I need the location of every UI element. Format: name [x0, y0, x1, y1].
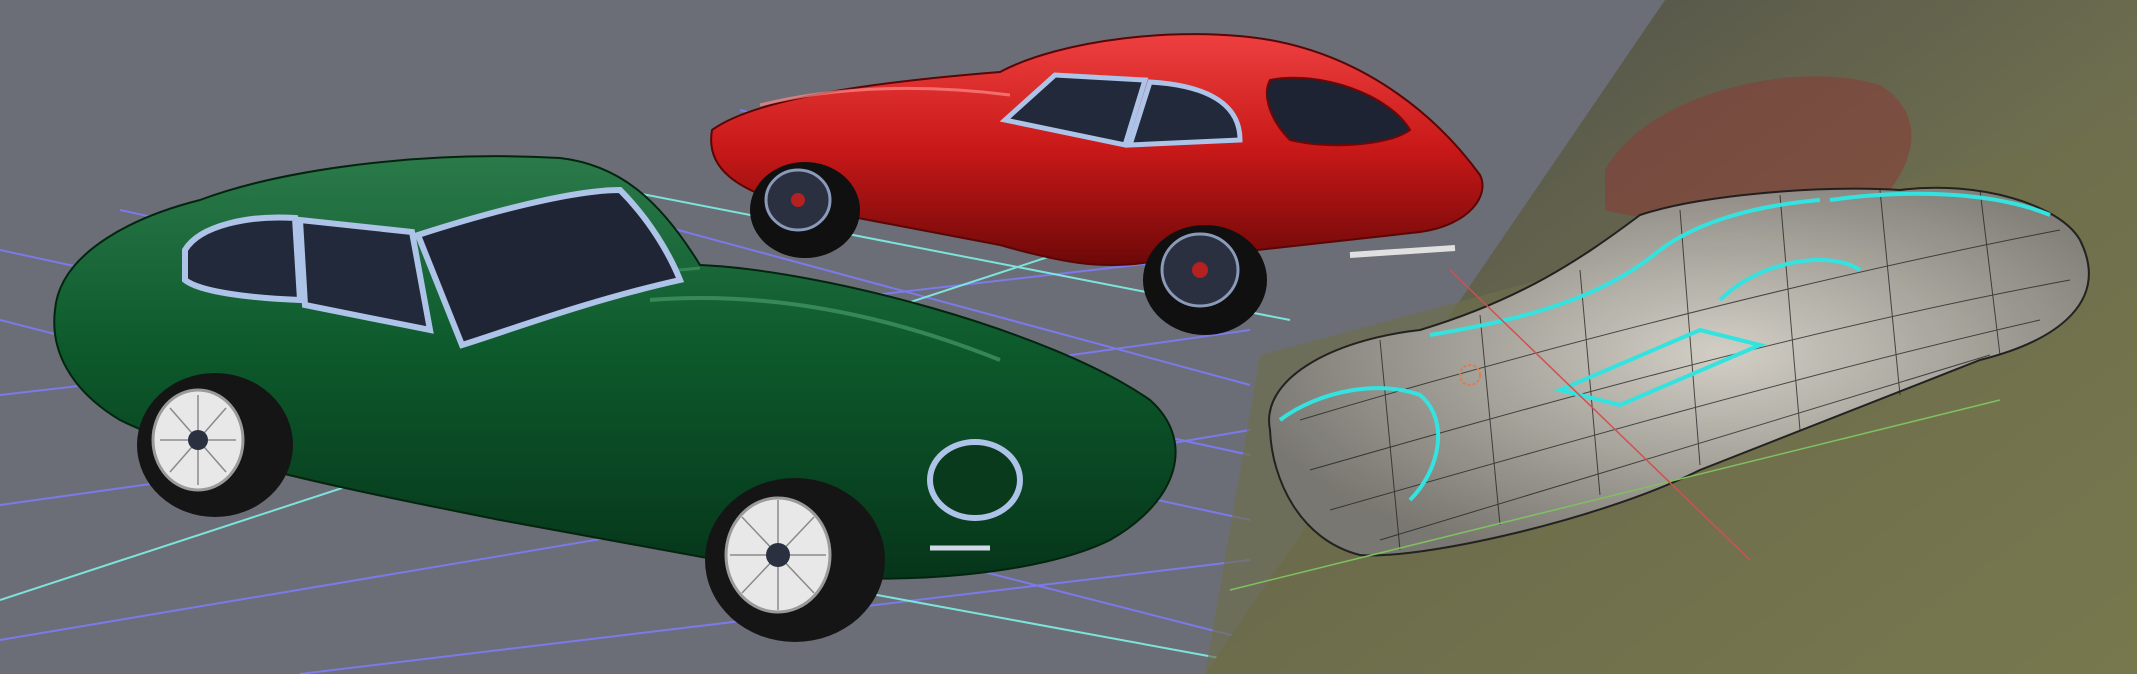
wireframe-modeling-panel[interactable] — [0, 0, 2137, 674]
3d-viewport[interactable] — [0, 0, 2137, 674]
